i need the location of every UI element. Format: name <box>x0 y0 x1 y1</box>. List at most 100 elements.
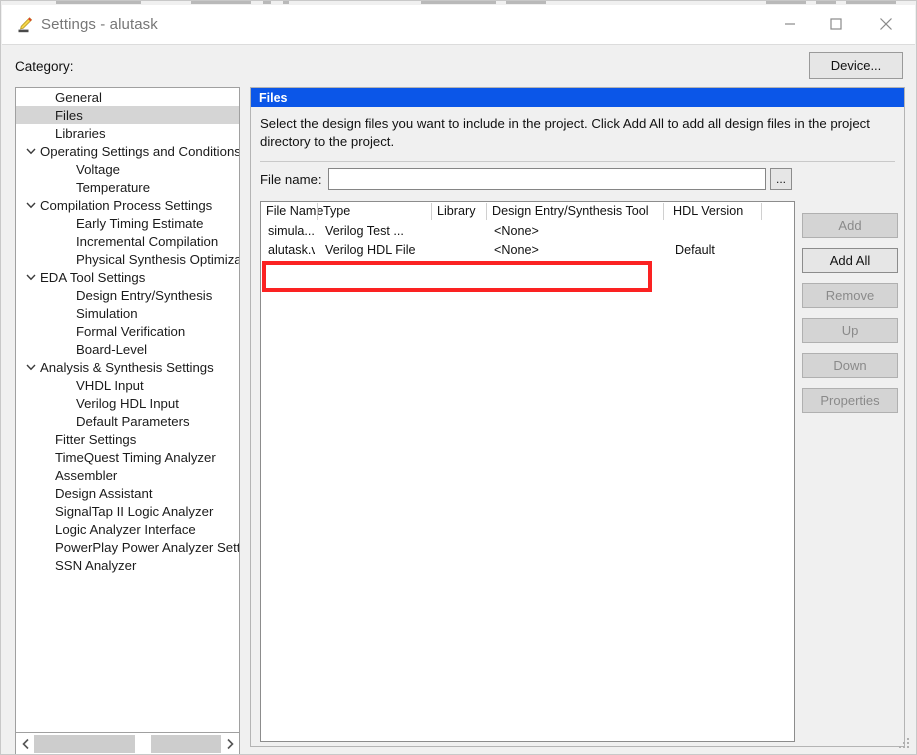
tree-item-label: SignalTap II Logic Analyzer <box>55 503 214 519</box>
tree-item-temperature[interactable]: Temperature <box>16 178 239 196</box>
cell-file_name: simula... <box>268 224 315 238</box>
add-all-button[interactable]: Add All <box>802 248 898 273</box>
settings-dialog: Settings - alutask Category: Device... G… <box>0 0 917 755</box>
tree-item-signaltap-ii-logic-analyzer[interactable]: SignalTap II Logic Analyzer <box>16 502 239 520</box>
tree-item-label: VHDL Input <box>76 377 144 393</box>
file-list-header-row: File Name Type Library Design Entry/Synthes… <box>261 202 794 222</box>
column-header-library[interactable]: Library <box>437 204 476 218</box>
device-button[interactable]: Device... <box>809 52 903 79</box>
tree-item-verilog-hdl-input[interactable]: Verilog HDL Input <box>16 394 239 412</box>
tree-item-simulation[interactable]: Simulation <box>16 304 239 322</box>
tree-item-label: Operating Settings and Conditions <box>40 143 240 159</box>
tree-item-general[interactable]: General <box>16 88 239 106</box>
tree-item-vhdl-input[interactable]: VHDL Input <box>16 376 239 394</box>
tree-item-design-assistant[interactable]: Design Assistant <box>16 484 239 502</box>
tree-item-label: Formal Verification <box>76 323 186 339</box>
properties-button: Properties <box>802 388 898 413</box>
category-tree[interactable]: General Files Libraries Operating Settings … <box>15 87 240 733</box>
tree-item-label: Verilog HDL Input <box>76 395 179 411</box>
tree-item-label: Fitter Settings <box>55 431 137 447</box>
tree-item-label: Default Parameters <box>76 413 190 429</box>
tree-item-default-parameters[interactable]: Default Parameters <box>16 412 239 430</box>
chevron-down-icon[interactable] <box>25 271 37 283</box>
separator <box>260 161 895 162</box>
tree-item-label: Design Assistant <box>55 485 153 501</box>
tree-item-files[interactable]: Files <box>16 106 239 124</box>
category-label: Category: <box>15 59 74 74</box>
tree-item-label: EDA Tool Settings <box>40 269 146 285</box>
tree-item-design-entry-synthesis[interactable]: Design Entry/Synthesis <box>16 286 239 304</box>
cell-design_entry_tool: <None> <box>494 243 539 257</box>
maximize-icon[interactable] <box>813 5 859 43</box>
tree-item-incremental-compilation[interactable]: Incremental Compilation <box>16 232 239 250</box>
hscrollbar-track[interactable] <box>34 735 221 753</box>
tree-item-early-timing-estimate[interactable]: Early Timing Estimate <box>16 214 239 232</box>
dialog-body: Category: Device... General Files Librarie… <box>2 45 915 754</box>
cell-file_name: alutask.v <box>268 243 315 257</box>
chevron-down-icon[interactable] <box>25 199 37 211</box>
column-divider[interactable] <box>317 203 318 220</box>
tree-item-timequest-timing-analyzer[interactable]: TimeQuest Timing Analyzer <box>16 448 239 466</box>
tree-item-physical-synthesis-optimization[interactable]: Physical Synthesis Optimization <box>16 250 239 268</box>
tree-item-board-level[interactable]: Board-Level <box>16 340 239 358</box>
cell-design_entry_tool: <None> <box>494 224 539 238</box>
tree-item-label: Design Entry/Synthesis <box>76 287 213 303</box>
browse-button[interactable]: ... <box>770 168 792 190</box>
tree-item-label: General <box>55 89 102 105</box>
column-divider[interactable] <box>486 203 487 220</box>
tree-item-powerplay-power-analyzer-settings[interactable]: PowerPlay Power Analyzer Settings <box>16 538 239 556</box>
column-divider[interactable] <box>761 203 762 220</box>
chevron-right-icon[interactable] <box>221 733 238 754</box>
chevron-down-icon[interactable] <box>25 145 37 157</box>
tree-item-label: Voltage <box>76 161 120 177</box>
hscrollbar-thumb[interactable] <box>135 735 151 753</box>
tree-item-formal-verification[interactable]: Formal Verification <box>16 322 239 340</box>
files-panel-header: Files <box>251 88 904 107</box>
chevron-down-icon[interactable] <box>25 361 37 373</box>
table-row[interactable]: alutask.v Verilog HDL File <None> Default <box>261 241 794 260</box>
file-name-input[interactable] <box>328 168 766 190</box>
tree-item-label: Early Timing Estimate <box>76 215 204 231</box>
category-tree-list: General Files Libraries Operating Settings … <box>16 88 239 732</box>
column-divider[interactable] <box>431 203 432 220</box>
tree-item-fitter-settings[interactable]: Fitter Settings <box>16 430 239 448</box>
cell-type: Verilog HDL File <box>325 243 416 257</box>
column-header-design-entry-synthesis-tool[interactable]: Design Entry/Synthesis Tool <box>492 204 649 218</box>
file-list-rows: simula... Verilog Test ... <None> alutask.v… <box>261 222 794 260</box>
table-row[interactable]: simula... Verilog Test ... <None> <box>261 222 794 241</box>
cell-type: Verilog Test ... <box>325 224 404 238</box>
category-tree-hscrollbar[interactable] <box>15 733 240 754</box>
window-title: Settings - alutask <box>41 16 158 33</box>
tree-item-operating-settings-and-conditions[interactable]: Operating Settings and Conditions <box>16 142 239 160</box>
cell-hdl_version: Default <box>675 243 715 257</box>
tree-item-assembler[interactable]: Assembler <box>16 466 239 484</box>
file-list-table[interactable]: File Name Type Library Design Entry/Synthes… <box>260 201 795 742</box>
tree-item-eda-tool-settings[interactable]: EDA Tool Settings <box>16 268 239 286</box>
pencil-icon <box>16 16 34 34</box>
minimize-icon[interactable] <box>767 5 813 43</box>
tree-item-label: Compilation Process Settings <box>40 197 213 213</box>
file-name-label: File name: <box>260 172 322 187</box>
add-button: Add <box>802 213 898 238</box>
tree-item-label: SSN Analyzer <box>55 557 137 573</box>
title-bar: Settings - alutask <box>2 5 915 45</box>
tree-item-label: PowerPlay Power Analyzer Settings <box>55 539 240 555</box>
tree-item-logic-analyzer-interface[interactable]: Logic Analyzer Interface <box>16 520 239 538</box>
column-header-file-name[interactable]: File Name <box>266 204 323 218</box>
up-button: Up <box>802 318 898 343</box>
down-button: Down <box>802 353 898 378</box>
tree-item-analysis-synthesis-settings[interactable]: Analysis & Synthesis Settings <box>16 358 239 376</box>
tree-item-label: Files <box>55 107 83 123</box>
tree-item-label: Simulation <box>76 305 138 321</box>
chevron-left-icon[interactable] <box>17 733 34 754</box>
column-header-hdl-version[interactable]: HDL Version <box>673 204 743 218</box>
tree-item-ssn-analyzer[interactable]: SSN Analyzer <box>16 556 239 574</box>
resize-grip[interactable] <box>899 738 911 750</box>
tree-item-libraries[interactable]: Libraries <box>16 124 239 142</box>
tree-item-compilation-process-settings[interactable]: Compilation Process Settings <box>16 196 239 214</box>
tree-item-label: Physical Synthesis Optimization <box>76 251 239 267</box>
column-divider[interactable] <box>663 203 664 220</box>
close-icon[interactable] <box>863 5 909 43</box>
tree-item-voltage[interactable]: Voltage <box>16 160 239 178</box>
column-header-type[interactable]: Type <box>323 204 350 218</box>
